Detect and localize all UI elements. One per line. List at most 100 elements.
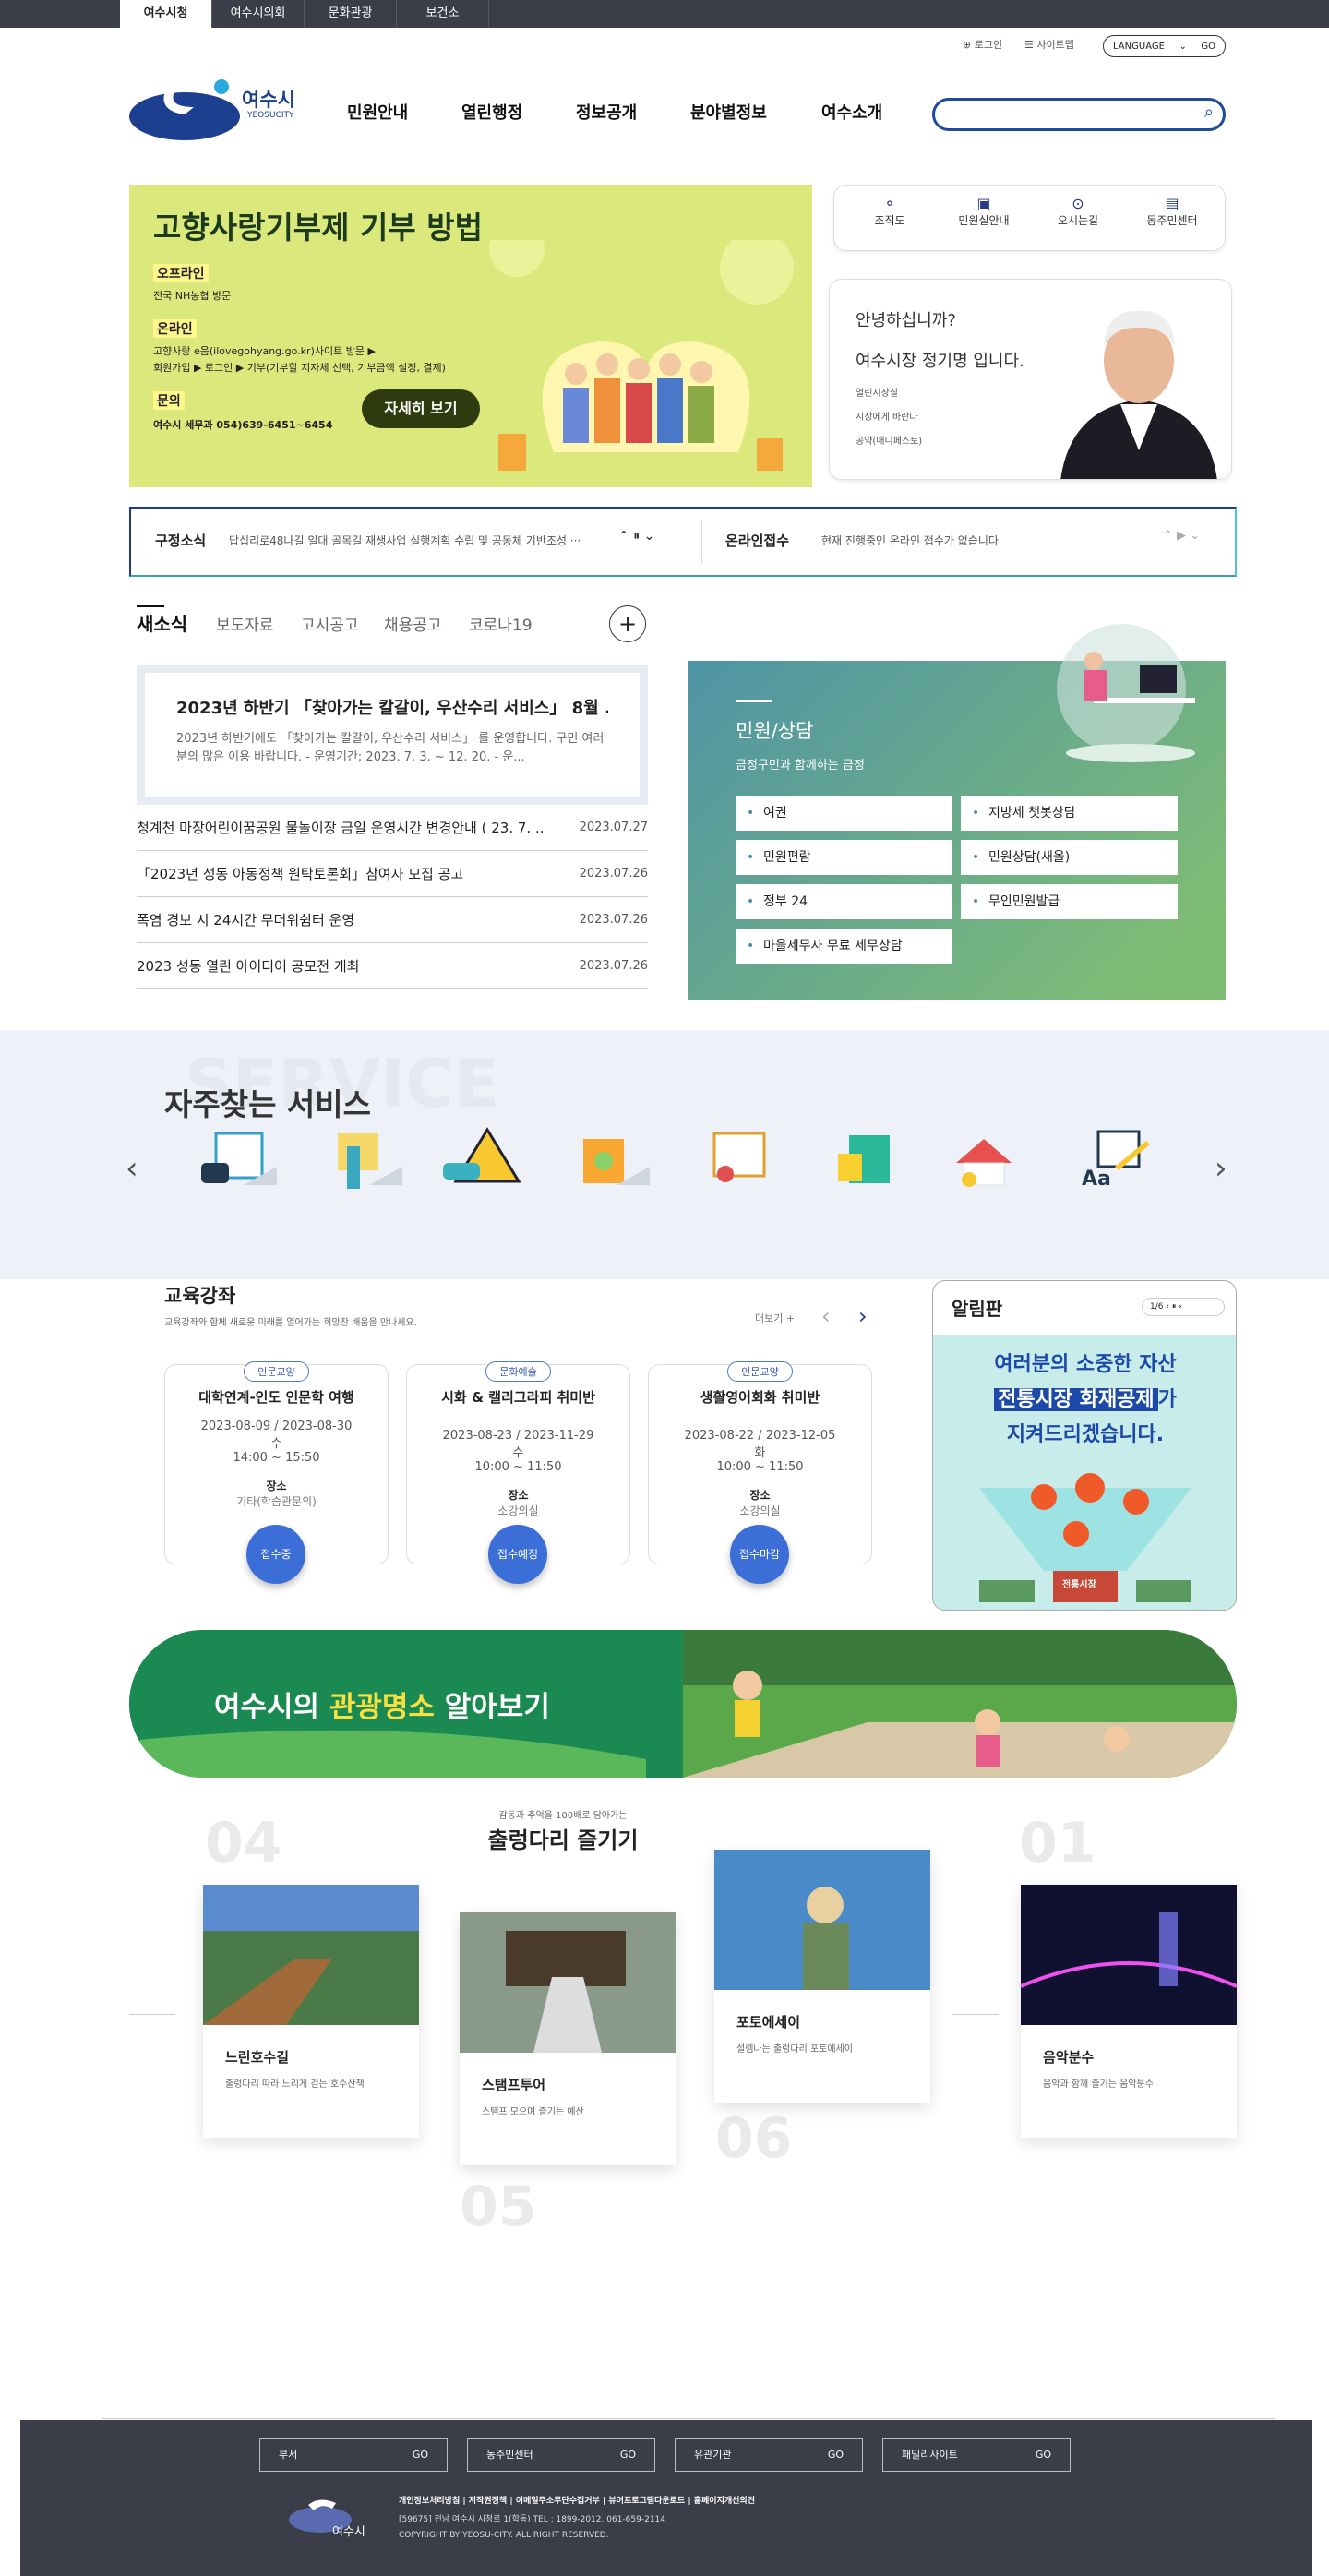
quick-directions-label: 오시는길 [1057,214,1099,227]
lecture-card[interactable]: 인문교양 생활영어회화 취미반 2023-08-22 / 2023-12-05 … [648,1361,872,1584]
lecture-card[interactable]: 인문교양 대학연계-인도 인문학 여행 2023-08-09 / 2023-08… [164,1361,389,1584]
language-select[interactable]: LANGUAGE ⌄ GO [1103,35,1226,57]
login-link[interactable]: ⊕ 로그인 [963,37,1002,52]
chevron-right-icon[interactable]: › [1215,1150,1227,1187]
top-tab-council[interactable]: 여수시의회 [212,0,305,28]
gnb-open-admin[interactable]: 열린행정 [461,100,522,124]
org-chart-icon: ⚬ [883,195,896,212]
footer-select-center[interactable]: 동주민센터 GO [467,2438,655,2472]
lecture-status-button[interactable]: 접수중 [246,1525,305,1584]
chevron-down-icon[interactable]: ⌄ [1190,529,1200,543]
scissors-tool-icon[interactable] [323,1126,406,1191]
chevron-up-icon[interactable]: ⌃ [618,529,629,544]
footer-select-related[interactable]: 유관기관 GO [675,2438,863,2472]
chevron-down-icon[interactable]: ⌄ [644,529,655,544]
civil-tax-chatbot[interactable]: 지방세 챗봇상담 [961,796,1178,831]
select-go[interactable]: GO [828,2439,844,2471]
tab-covid[interactable]: 코로나19 [469,612,533,635]
chevron-up-icon[interactable]: ⌃ [1163,529,1173,543]
trail-card[interactable]: 느린호수길 출렁다리 따라 느리게 걷는 호수산책 [203,1885,419,2138]
online-controls[interactable]: ⌃ ▶ ⌄ [1163,529,1200,543]
play-icon[interactable]: ▶ [1177,529,1186,543]
edu-more-link[interactable]: 더보기 + [755,1311,795,1325]
top-tab-culture[interactable]: 문화관광 [305,0,397,28]
quick-directions[interactable]: ⊙ 오시는길 [1032,195,1124,228]
arrow-left-line[interactable] [129,2014,175,2015]
gnb-civil[interactable]: 민원안내 [347,100,408,124]
footer-select-family[interactable]: 패밀리사이트 GO [882,2438,1071,2472]
language-label: LANGUAGE [1113,41,1165,52]
lecture-status-button[interactable]: 접수마감 [730,1525,789,1584]
board-poster[interactable]: 여러분의 소중한 자산 전통시장 화재공제 가 지켜드리겠습니다. 전통시장 [933,1335,1236,1610]
gnb-about[interactable]: 여수소개 [821,100,882,124]
news-row[interactable]: 「2023년 성동 아동정책 원탁토론회」참여자 모집 공고 2023.07.26 [137,851,648,897]
select-go[interactable]: GO [620,2439,636,2471]
tab-jobs[interactable]: 채용공고 [384,612,442,635]
news-row[interactable]: 2023 성동 열린 아이디어 공모전 개최 2023.07.26 [137,943,648,989]
mayor-office-link[interactable]: 열린시장실 [856,385,898,399]
card-title: 음악분수 [1043,2049,1095,2066]
road-sign-car-icon[interactable] [439,1126,522,1191]
tab-press[interactable]: 보도자료 [216,612,274,635]
civil-gov24[interactable]: 정부 24 [736,884,952,919]
chevron-left-icon[interactable]: ‹ [126,1150,138,1187]
tourism-banner[interactable]: 여수시의 관광명소 알아보기 [129,1630,1237,1778]
language-go[interactable]: GO [1201,42,1215,52]
book-icon[interactable] [831,1126,914,1191]
civil-consult[interactable]: 민원상담(새올) [961,840,1178,875]
chevron-right-icon[interactable]: › [858,1303,868,1329]
select-go[interactable]: GO [413,2439,428,2471]
recycle-bag-icon[interactable] [570,1126,653,1191]
board-nav-icons[interactable]: ‹ ⏸ › [1166,1302,1181,1312]
news-more-plus-icon[interactable]: + [609,605,646,642]
footer-select-dept[interactable]: 부서 GO [259,2438,448,2472]
trail-card[interactable]: 스탬프투어 스탬프 모으며 즐기는 예산 [460,1912,676,2165]
civil-passport[interactable]: 여권 [736,796,952,831]
banner-detail-button[interactable]: 자세히 보기 [362,389,480,428]
card-number: 04 [205,1811,282,1875]
civil-village-tax[interactable]: 마을세무사 무료 세무상담 [736,929,952,964]
quick-community-center[interactable]: ▤ 동주민센터 [1126,195,1218,228]
mayor-pledge-link[interactable]: 공약(매니페스토) [856,433,922,447]
tab-notice[interactable]: 고시공고 [301,612,359,635]
online-apply-label: 온라인접수 [725,533,790,549]
lecture-card[interactable]: 문화예술 시화 & 캘리그라피 취미반 2023-08-23 / 2023-11… [406,1361,630,1584]
news-row[interactable]: 폭염 경보 시 24시간 무더위쉼터 운영 2023.07.26 [137,897,648,943]
main-banner[interactable]: 고향사랑기부제 기부 방법 오프라인 전국 NH농협 방문 온라인 고향사랑 e… [129,185,812,487]
quick-civil-office[interactable]: ▣ 민원실안내 [938,195,1030,228]
notice-text[interactable]: 답십리로48나길 일대 골목길 재생사업 실행계획 수립 및 공동체 기반조성 … [229,533,598,548]
gnb-field-info[interactable]: 분야별정보 [690,100,767,124]
arrow-right-line[interactable] [952,2014,999,2015]
civil-kiosk[interactable]: 무인민원발급 [961,884,1178,919]
board-pager[interactable]: 1/6 ‹ ⏸ › [1142,1298,1225,1316]
news-row[interactable]: 청계천 마장어린이꿈공원 물놀이장 금일 운영시간 변경안내 ( 23. 7. … [137,805,648,851]
lecture-place: 소강의실 [739,1504,781,1517]
mayor-suggest-link[interactable]: 시장에게 바란다 [856,409,918,423]
edu-title: 교육강좌 [164,1285,236,1307]
civil-handbook[interactable]: 민원편람 [736,840,952,875]
trail-card[interactable]: 음악분수 음악과 함께 즐기는 음악분수 [1020,1885,1238,2138]
language-aa-icon[interactable]: Aa [1078,1126,1161,1191]
footer-address: [59675] 전남 여수시 시청로 1(학동) TEL : 1899-2012… [399,2515,665,2524]
trail-card[interactable]: 포토에세이 설렘나는 출렁다리 포토에세이 [714,1850,930,2103]
tab-news[interactable]: 새소식 [137,609,187,636]
lecture-place-label: 장소 [266,1480,287,1492]
news-feature[interactable]: 2023년 하반기 「찾아가는 칼갈이, 우산수리 서비스」 8월 ... 20… [137,665,648,805]
certificate-icon[interactable] [701,1126,784,1191]
notice-controls[interactable]: ⌃ ⏸ ⌄ [618,529,654,544]
lecture-status-button[interactable]: 접수예정 [488,1525,547,1584]
top-tab-city[interactable]: 여수시청 [120,0,212,28]
calendar-chat-icon[interactable] [198,1126,281,1191]
search-icon[interactable]: ⌕ [1204,102,1214,122]
search-input[interactable]: ⌕ [932,98,1226,131]
gnb-info[interactable]: 정보공개 [576,100,637,124]
site-logo[interactable]: 여수시 YEOSUCITY [129,70,314,142]
top-tab-health[interactable]: 보건소 [397,0,489,28]
sitemap-link[interactable]: ☰ 사이트맵 [1024,37,1074,52]
select-go[interactable]: GO [1036,2439,1051,2471]
quick-org-chart[interactable]: ⚬ 조직도 [844,195,936,228]
chevron-left-icon[interactable]: ‹ [821,1303,831,1329]
house-icon[interactable] [956,1126,1039,1191]
footer-links[interactable]: 개인정보처리방침 | 저작권정책 | 이메일주소무단수집거부 | 뷰어프로그램다… [399,2494,755,2506]
pause-icon[interactable]: ⏸ [633,529,640,544]
